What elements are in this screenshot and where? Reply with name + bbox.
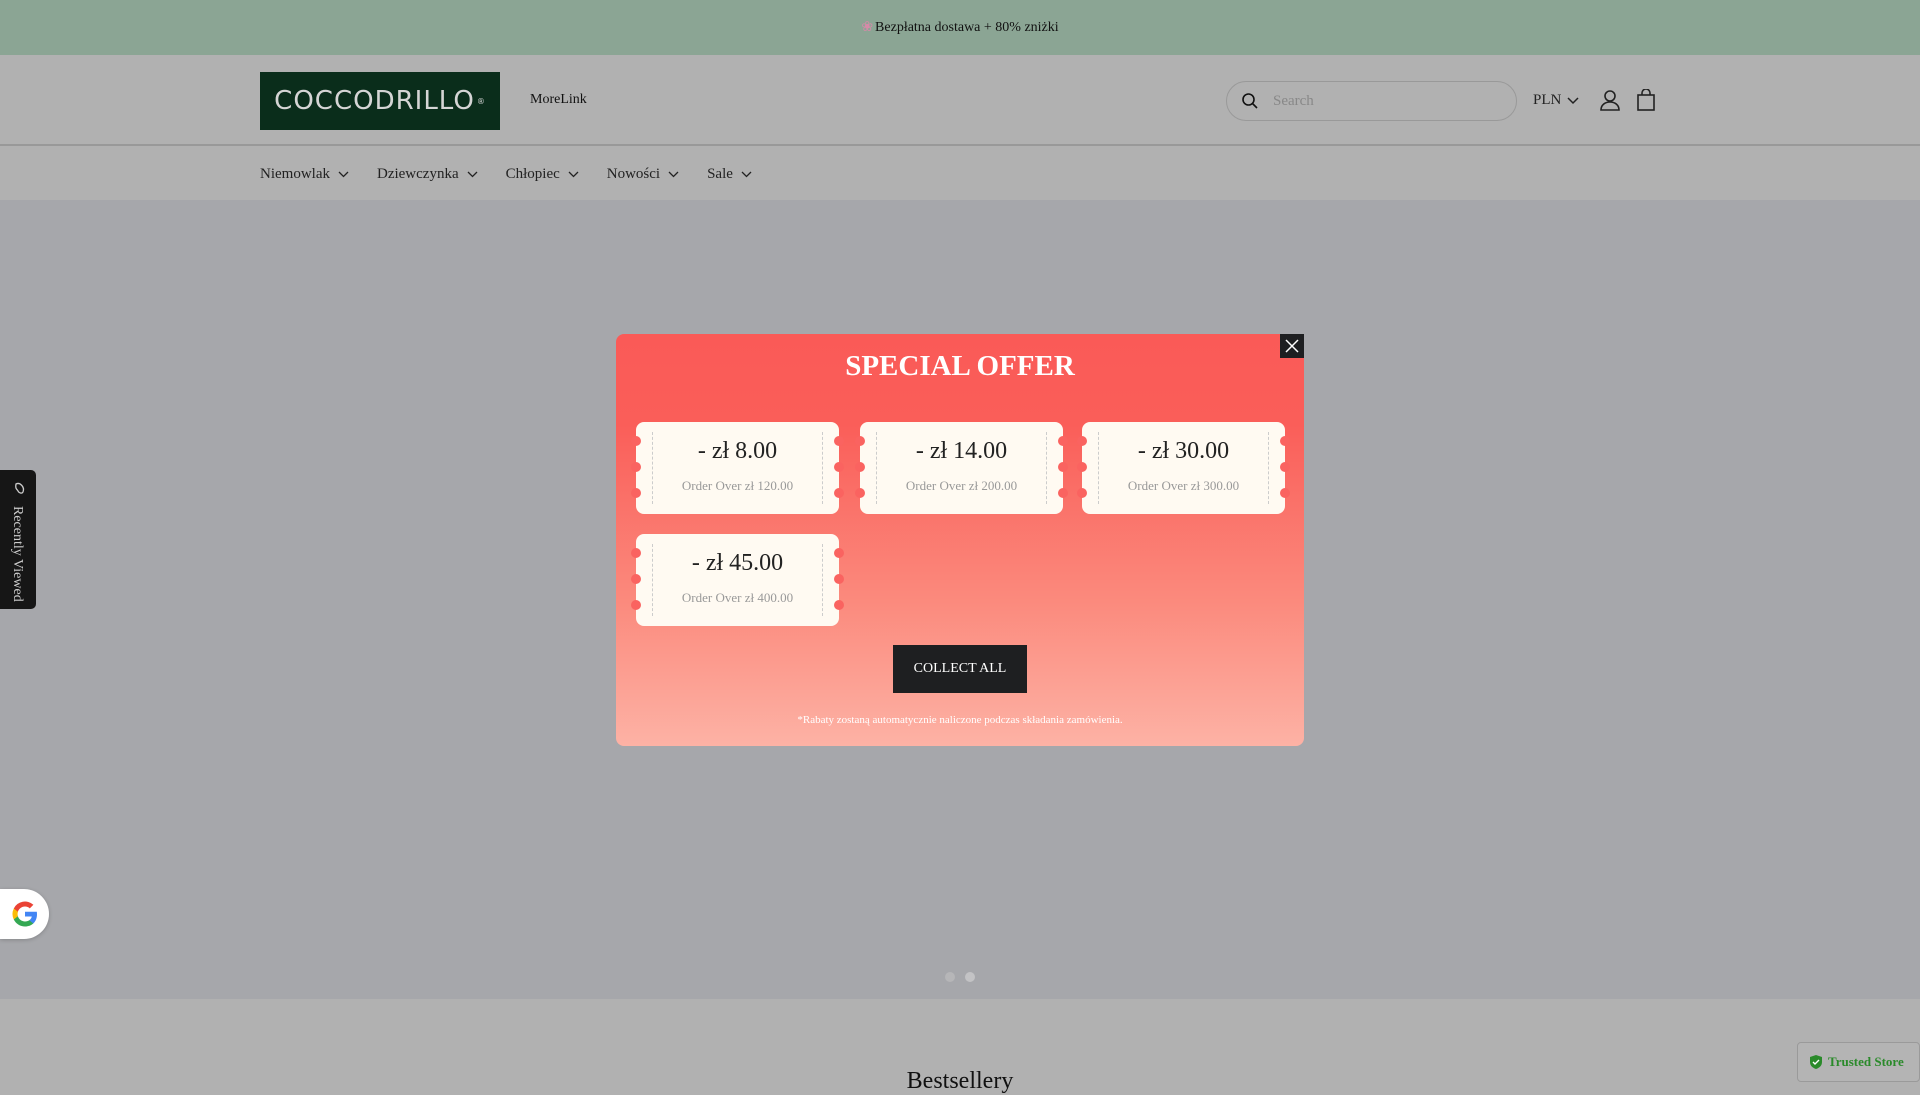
nav-item-label: Nowości — [606, 165, 661, 182]
coupon-amount: - zł 14.00 — [915, 438, 1008, 464]
search-icon — [1242, 93, 1258, 109]
nav-item-sale[interactable]: Sale — [707, 166, 752, 183]
chevron-down-icon — [467, 171, 478, 177]
carousel-dot-1[interactable] — [945, 972, 955, 982]
search-input[interactable] — [1273, 92, 1493, 110]
coupon-condition: Order Over zł 120.00 — [681, 478, 794, 493]
coupon-amount: - zł 45.00 — [691, 550, 784, 576]
announcement-text: Bezpłatna dostawa + 80% zniżki — [875, 19, 1059, 35]
coupon-amount: - zł 30.00 — [1137, 438, 1230, 464]
coupon-card[interactable]: - zł 45.00 Order Over zł 400.00 — [631, 534, 844, 626]
recently-viewed-tab[interactable]: Recently Viewed — [0, 470, 36, 609]
more-link[interactable]: MoreLink — [530, 92, 587, 108]
section-title: Bestsellery — [906, 1068, 1014, 1094]
logo[interactable]: COCCODRILLO ® — [260, 72, 500, 130]
nav-item-label: Niemowlak — [260, 165, 330, 182]
nav-item-label: Sale — [707, 165, 733, 182]
trusted-store-label: Trusted Store — [1828, 1054, 1904, 1069]
nav-item-niemowlak[interactable]: Niemowlak — [260, 166, 349, 183]
shield-check-icon — [1810, 1055, 1822, 1069]
currency-selector[interactable]: PLN — [1533, 92, 1579, 109]
nav-item-nowości[interactable]: Nowości — [607, 166, 679, 183]
coupon-card[interactable]: - zł 14.00 Order Over zł 200.00 — [855, 422, 1068, 514]
logo-text: COCCODRILLO — [274, 86, 475, 116]
google-sign-in-button[interactable] — [0, 889, 49, 939]
coupon-amount: - zł 8.00 — [697, 438, 778, 464]
carousel-dot-2[interactable] — [965, 972, 975, 982]
coupon-condition: Order Over zł 300.00 — [1127, 478, 1240, 493]
site-header: COCCODRILLO® MoreLink PLN — [0, 55, 1920, 146]
nav-item-label: Chłopiec — [505, 165, 560, 182]
chevron-down-icon — [1567, 96, 1579, 104]
recently-viewed-label: Recently Viewed — [10, 506, 25, 602]
chevron-down-icon — [338, 171, 349, 177]
account-icon[interactable] — [1600, 89, 1620, 111]
nav-item-dziewczynka[interactable]: Dziewczynka — [377, 166, 478, 183]
currency-label: PLN — [1533, 92, 1562, 108]
cart-icon[interactable] — [1637, 89, 1655, 111]
coupon-condition: Order Over zł 400.00 — [681, 590, 794, 605]
trusted-store-badge[interactable]: Trusted Store — [1797, 1042, 1920, 1082]
nav-item-chłopiec[interactable]: Chłopiec — [506, 166, 579, 183]
collect-all-button[interactable]: COLLECT ALL — [893, 645, 1027, 693]
coupon-card[interactable]: - zł 30.00 Order Over zł 300.00 — [1077, 422, 1290, 514]
google-icon — [12, 901, 37, 927]
chevron-down-icon — [568, 171, 579, 177]
chevron-down-icon — [741, 171, 752, 177]
coupon-card[interactable]: - zł 8.00 Order Over zł 120.00 — [631, 422, 844, 514]
popup-title: SPECIAL OFFER — [845, 350, 1075, 382]
chevron-down-icon — [668, 171, 679, 177]
announcement-bar: ❀ Bezpłatna dostawa + 80% zniżki — [0, 0, 1920, 55]
recently-viewed-icon — [15, 482, 25, 494]
discount-note: *Rabaty zostaną automatycznie naliczone … — [797, 714, 1123, 726]
coupon-condition: Order Over zł 200.00 — [905, 478, 1018, 493]
search-box[interactable] — [1226, 81, 1517, 121]
flower-icon: ❀ — [861, 20, 874, 35]
special-offer-popup: SPECIAL OFFER - zł 8.00 Order Over zł 120… — [616, 334, 1304, 746]
logo-mark: ® — [476, 96, 486, 106]
nav-item-label: Dziewczynka — [376, 165, 459, 182]
main-nav: Niemowlak Dziewczynka Chłopiec Nowości Sale — [260, 148, 752, 200]
